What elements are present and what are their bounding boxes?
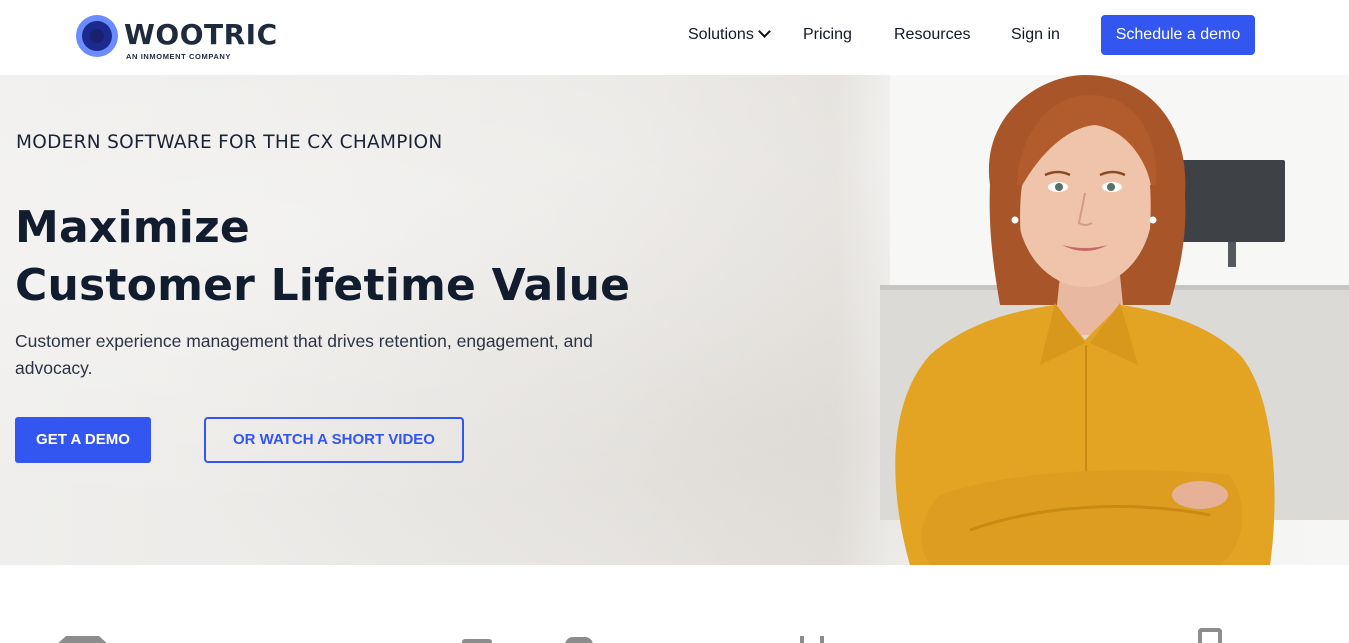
hero-subtitle: Customer experience management that driv… [15,331,593,378]
hero-title: Maximize Customer Lifetime Value [15,199,630,315]
wootric-eye-logo-icon [76,15,118,57]
logo-subtext: AN INMOMENT COMPANY [126,52,232,61]
customer-logo [800,636,804,643]
hero-title-line1: Maximize [15,202,250,253]
logo-text: WOOTRIC [124,18,278,51]
customer-logo [55,636,110,643]
hero-section: MODERN SOFTWARE FOR THE CX CHAMPION Maxi… [0,75,1349,565]
schedule-demo-button[interactable]: Schedule a demo [1101,15,1255,55]
nav-solutions[interactable]: Solutions [688,15,771,55]
hero-eyebrow: MODERN SOFTWARE FOR THE CX CHAMPION [16,132,443,153]
customer-logo [462,639,492,643]
wootric-logo[interactable]: WOOTRIC AN INMOMENT COMPANY [76,15,281,63]
nav-sign-in[interactable]: Sign in [1011,15,1060,55]
customer-logos-strip [0,565,1349,643]
site-header: WOOTRIC AN INMOMENT COMPANY Solutions Pr… [0,0,1349,75]
get-demo-button[interactable]: GET A DEMO [15,417,151,463]
customer-logo [565,637,593,643]
nav-solutions-label: Solutions [688,26,754,43]
hero-title-line2: Customer Lifetime Value [15,260,631,311]
hero-person-image [895,75,1275,565]
nav-pricing[interactable]: Pricing [803,15,852,55]
customer-logo [1198,628,1222,643]
chevron-down-icon [757,25,771,38]
watch-video-button[interactable]: OR WATCH A SHORT VIDEO [204,417,464,463]
nav-resources[interactable]: Resources [894,15,970,55]
customer-logo [820,636,824,643]
